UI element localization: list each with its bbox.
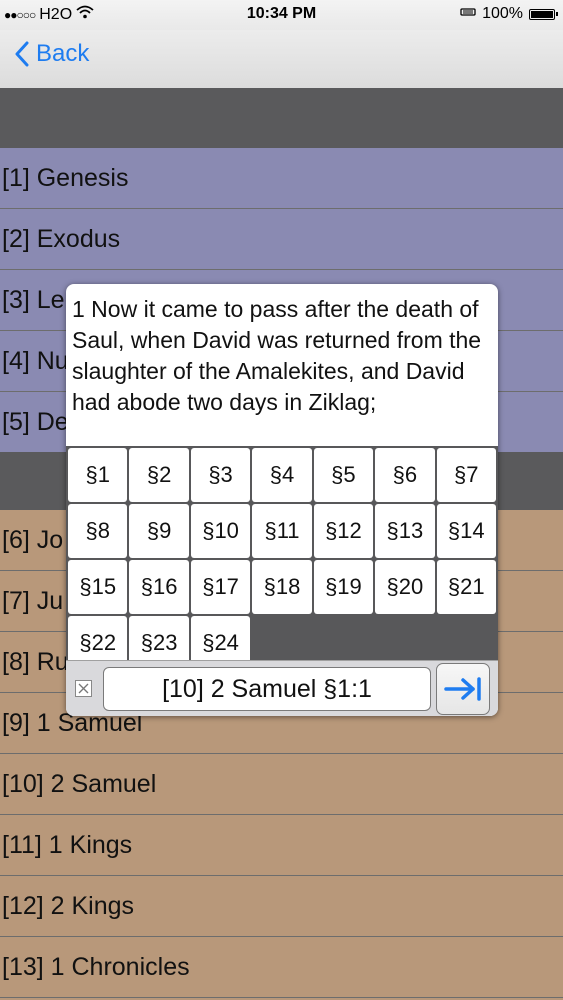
book-row[interactable]: [12] 2 Kings — [0, 876, 563, 937]
battery-icon — [529, 8, 558, 20]
book-row[interactable]: [2] Exodus — [0, 209, 563, 270]
section-button[interactable]: §3 — [190, 448, 251, 502]
navigation-bar: Back — [0, 30, 563, 88]
reference-input[interactable]: [10] 2 Samuel §1:1 — [103, 667, 431, 711]
section-button[interactable]: §21 — [436, 560, 496, 614]
book-row[interactable]: [13] 1 Chronicles — [0, 937, 563, 998]
section-button[interactable]: §18 — [252, 560, 312, 614]
arrow-right-to-bar-icon — [444, 677, 481, 701]
back-label: Back — [36, 40, 90, 67]
section-button[interactable]: §15 — [68, 560, 128, 614]
alarm-icon — [460, 5, 476, 23]
status-right: 100% — [460, 5, 558, 23]
verse-text: 1 Now it came to pass after the death of… — [72, 296, 482, 415]
section-button[interactable]: §13 — [375, 504, 435, 558]
section-button[interactable]: §1 — [68, 448, 128, 502]
section-button[interactable]: §14 — [436, 504, 496, 558]
section-button[interactable]: §10 — [190, 504, 251, 558]
section-button[interactable]: §7 — [436, 448, 496, 502]
section-button[interactable]: §11 — [252, 504, 312, 558]
section-button[interactable]: §19 — [313, 560, 374, 614]
status-bar: ●●○○○ H2O 10:34 PM 100% — [0, 0, 563, 30]
section-button[interactable]: §6 — [375, 448, 435, 502]
section-button[interactable]: §5 — [313, 448, 374, 502]
section-header-old-testament-1 — [0, 88, 563, 148]
chevron-left-icon — [15, 41, 29, 67]
go-button[interactable] — [436, 663, 490, 715]
book-row[interactable]: [11] 1 Kings — [0, 815, 563, 876]
section-button[interactable]: §8 — [68, 504, 128, 558]
battery-percent: 100% — [482, 5, 523, 22]
reference-bar: [10] 2 Samuel §1:1 — [66, 660, 498, 716]
book-row[interactable]: [1] Genesis — [0, 148, 563, 209]
section-button[interactable]: §2 — [129, 448, 189, 502]
book-row[interactable]: [10] 2 Samuel — [0, 754, 563, 815]
section-button[interactable]: §16 — [129, 560, 189, 614]
section-button[interactable]: §4 — [252, 448, 312, 502]
section-button[interactable]: §17 — [190, 560, 251, 614]
section-button[interactable]: §20 — [375, 560, 435, 614]
verse-popup: 1 Now it came to pass after the death of… — [66, 284, 498, 716]
section-button[interactable]: §12 — [313, 504, 374, 558]
section-grid: §1 §2 §3 §4 §5 §6 §7 §8 §9 §10 §11 §12 §… — [66, 446, 498, 670]
clear-box-icon[interactable] — [75, 680, 92, 697]
section-button[interactable]: §9 — [129, 504, 189, 558]
back-button[interactable]: Back — [14, 40, 89, 68]
